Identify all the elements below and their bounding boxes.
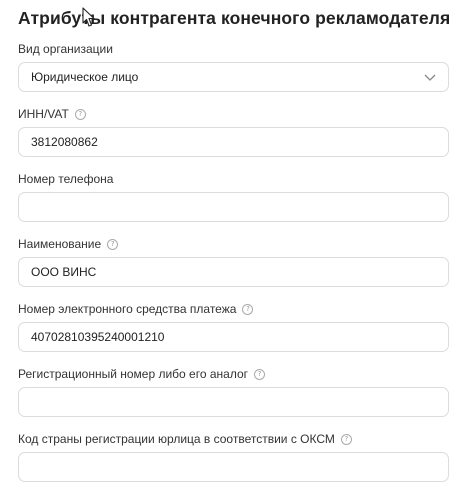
reg-number-label-text: Регистрационный номер либо его аналог — [18, 367, 249, 381]
payment-value: 40702810395240001210 — [31, 330, 165, 344]
inn-value: 3812080862 — [31, 135, 98, 149]
question-circle-icon[interactable]: ? — [254, 368, 266, 380]
name-input[interactable]: ООО ВИНС — [18, 257, 449, 287]
org-type-label-text: Вид организации — [18, 42, 113, 56]
country-code-label-text: Код страны регистрации юрлица в соответс… — [18, 432, 335, 446]
country-code-input[interactable] — [18, 452, 449, 482]
phone-label-text: Номер телефона — [18, 172, 114, 186]
mouse-pointer-icon — [82, 7, 95, 27]
name-value: ООО ВИНС — [31, 265, 97, 279]
payment-input[interactable]: 40702810395240001210 — [18, 322, 449, 352]
question-circle-icon[interactable]: ? — [107, 238, 119, 250]
reg-number-input[interactable] — [18, 387, 449, 417]
phone-input[interactable] — [18, 192, 449, 222]
question-circle-icon[interactable]: ? — [242, 303, 254, 315]
country-code-label: Код страны регистрации юрлица в соответс… — [18, 431, 449, 447]
question-circle-icon[interactable]: ? — [340, 433, 352, 445]
payment-label: Номер электронного средства платежа ? — [18, 301, 449, 317]
chevron-down-icon — [424, 74, 436, 81]
payment-label-text: Номер электронного средства платежа — [18, 302, 237, 316]
phone-label: Номер телефона — [18, 171, 449, 187]
question-circle-icon[interactable]: ? — [74, 108, 86, 120]
name-label: Наименование ? — [18, 236, 449, 252]
advertiser-attributes-form: Атрибуты контрагента конечного рекламода… — [18, 6, 450, 496]
inn-label: ИНН/VAT ? — [18, 106, 449, 122]
reg-number-label: Регистрационный номер либо его аналог ? — [18, 366, 449, 382]
inn-label-text: ИНН/VAT — [18, 107, 69, 121]
name-label-text: Наименование — [18, 237, 102, 251]
org-type-select[interactable]: Юридическое лицо — [18, 62, 449, 92]
inn-input[interactable]: 3812080862 — [18, 127, 449, 157]
org-type-value: Юридическое лицо — [31, 70, 139, 84]
org-type-label: Вид организации — [18, 41, 449, 57]
